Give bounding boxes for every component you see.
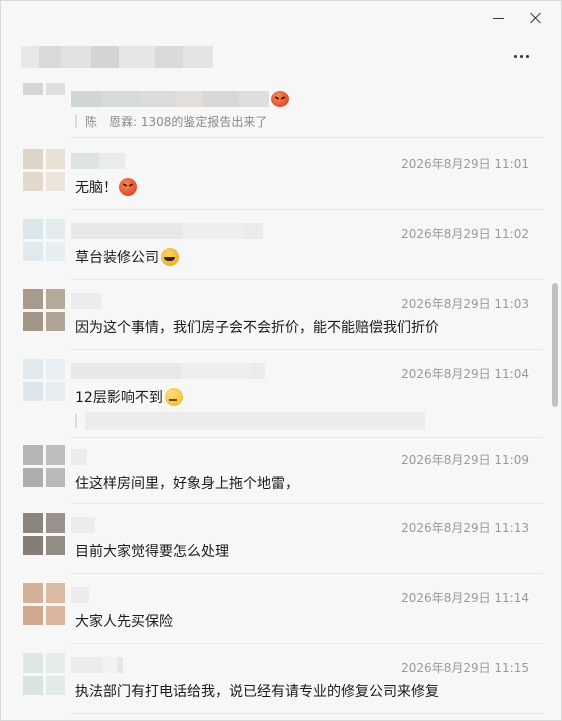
message-text: 目前大家觉得要怎么处理 <box>75 544 229 560</box>
message-text: 无脑！ <box>75 177 137 197</box>
avatar[interactable] <box>23 83 65 109</box>
divider <box>71 209 543 210</box>
divider <box>71 713 543 714</box>
divider <box>71 349 543 350</box>
avatar[interactable] <box>23 219 65 261</box>
sender-name-blurred <box>71 223 263 239</box>
message-time: 2026年8月29日 11:15 <box>401 661 529 675</box>
divider <box>71 503 543 504</box>
sender-name-blurred <box>71 587 89 603</box>
group-name-blurred <box>21 46 213 68</box>
message-item: 2026年8月29日 11:02 草台装修公司 <box>1 215 547 275</box>
sender-name-blurred <box>71 449 87 465</box>
minimize-icon <box>492 17 504 19</box>
avatar[interactable] <box>23 513 65 555</box>
avatar[interactable] <box>23 289 65 331</box>
avatar[interactable] <box>23 149 65 191</box>
message-item: 2026年8月29日 11:09 住这样房间里，好象身上拖个地雷， <box>1 441 547 503</box>
sender-name-blurred <box>71 91 289 107</box>
close-icon <box>530 12 542 24</box>
avatar[interactable] <box>23 445 65 487</box>
message-text: 草台装修公司 <box>75 247 179 267</box>
angry-face-icon <box>271 91 289 107</box>
message-item: 2026年8月29日 11:04 12层影响不到 <box>1 355 547 439</box>
more-options-button[interactable] <box>509 45 533 67</box>
sender-name-blurred <box>71 517 95 533</box>
quoted-message[interactable] <box>75 411 425 431</box>
message-time: 2026年8月29日 11:02 <box>401 227 529 241</box>
angry-face-icon <box>119 178 137 196</box>
divider <box>71 137 543 138</box>
avatar[interactable] <box>23 583 65 625</box>
close-button[interactable] <box>523 7 549 29</box>
sender-name-blurred <box>71 293 101 309</box>
message-time: 2026年8月29日 11:01 <box>401 157 529 171</box>
message-item: 2026年8月29日 11:03 因为这个事情，我们房子会不会折价，能不能赔偿我… <box>1 285 547 345</box>
pick-nose-icon <box>161 248 179 266</box>
thinking-face-icon <box>164 388 183 406</box>
sender-name-blurred <box>71 657 123 673</box>
sender-name-blurred <box>71 153 125 169</box>
message-time: 2026年8月29日 11:04 <box>401 367 529 381</box>
message-time: 2026年8月29日 11:14 <box>401 591 529 605</box>
message-item: 2026年8月29日 11:14 大家人先买保险 <box>1 579 547 641</box>
title-bar <box>1 1 561 35</box>
message-text: 因为这个事情，我们房子会不会折价，能不能赔偿我们折价 <box>75 320 439 336</box>
divider <box>71 573 543 574</box>
quote-text: 陈 恩霖: 1308的鉴定报告出来了 <box>85 114 268 129</box>
divider <box>71 437 543 438</box>
avatar[interactable] <box>23 653 65 695</box>
message-text: 12层影响不到 <box>75 387 183 407</box>
message-text: 大家人先买保险 <box>75 614 173 630</box>
message-time: 2026年8月29日 11:09 <box>401 453 529 467</box>
quoted-message[interactable]: 陈 恩霖: 1308的鉴定报告出来了 <box>75 111 267 131</box>
more-icon <box>513 54 517 58</box>
message-text: 住这样房间里，好象身上拖个地雷， <box>75 476 299 492</box>
avatar[interactable] <box>23 359 65 401</box>
chat-header <box>1 35 561 75</box>
message-item: 陈 恩霖: 1308的鉴定报告出来了 <box>1 75 547 135</box>
message-item: 2026年8月29日 11:01 无脑！ <box>1 145 547 205</box>
chat-window: 陈 恩霖: 1308的鉴定报告出来了 2026年8月29日 11:01 无脑！ <box>0 0 562 721</box>
message-item: 2026年8月29日 11:13 目前大家觉得要怎么处理 <box>1 509 547 571</box>
scrollbar-thumb[interactable] <box>552 283 558 407</box>
divider <box>71 643 543 644</box>
message-time: 2026年8月29日 11:13 <box>401 521 529 535</box>
message-text: 执法部门有打电话给我，说已经有请专业的修复公司来修复 <box>75 684 439 700</box>
minimize-button[interactable] <box>485 7 511 29</box>
message-time: 2026年8月29日 11:03 <box>401 297 529 311</box>
message-item: 2026年8月29日 11:15 执法部门有打电话给我，说已经有请专业的修复公司… <box>1 649 547 711</box>
sender-name-blurred <box>71 363 265 379</box>
message-list[interactable]: 陈 恩霖: 1308的鉴定报告出来了 2026年8月29日 11:01 无脑！ <box>1 75 561 720</box>
divider <box>71 279 543 280</box>
